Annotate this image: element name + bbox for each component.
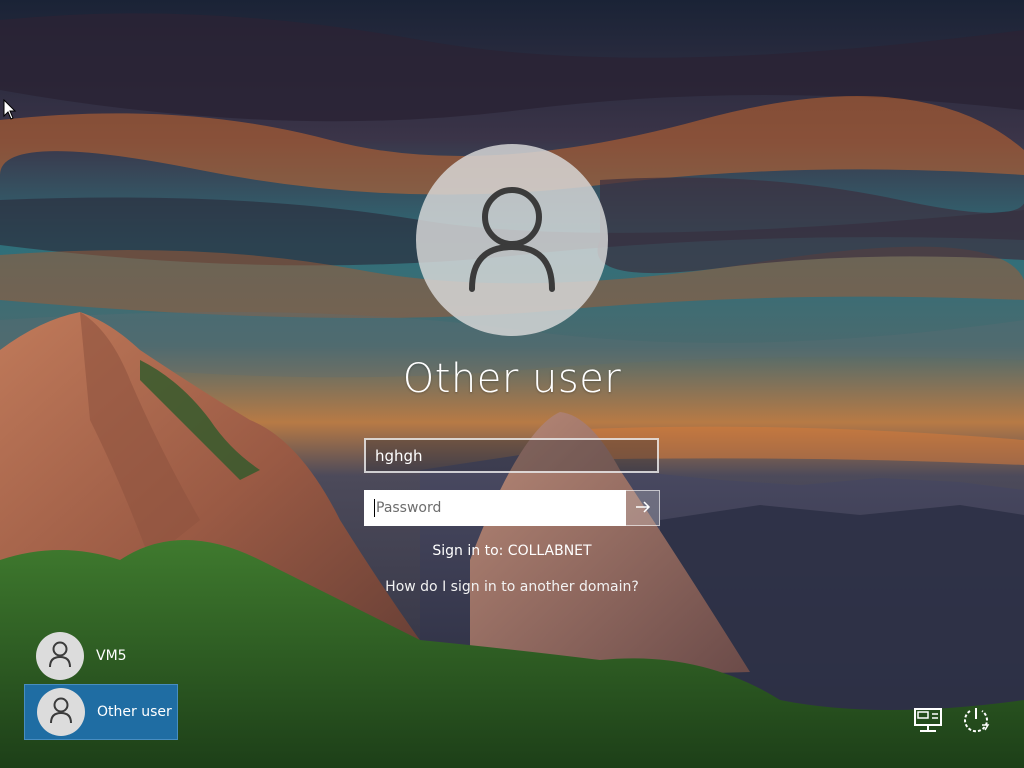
password-field[interactable]: Password <box>364 490 626 526</box>
other-domain-link[interactable]: How do I sign in to another domain? <box>312 579 712 595</box>
text-caret <box>374 499 375 517</box>
tile-avatar <box>37 688 85 736</box>
user-avatar <box>416 144 608 336</box>
username-field[interactable]: hghgh <box>364 438 659 473</box>
network-button[interactable] <box>910 706 946 738</box>
user-silhouette-icon <box>49 696 73 728</box>
user-tile-vm5[interactable]: VM5 <box>24 628 178 684</box>
sign-in-domain-text: Sign in to: COLLABNET <box>432 543 592 559</box>
user-silhouette-icon <box>48 640 72 672</box>
password-placeholder: Password <box>376 500 442 516</box>
user-silhouette-icon <box>464 183 560 297</box>
arrow-right-icon <box>635 499 651 518</box>
power-button[interactable] <box>958 706 994 738</box>
submit-button[interactable] <box>626 490 660 526</box>
mouse-cursor-icon <box>3 98 17 125</box>
user-tile-label: Other user <box>97 704 172 720</box>
password-row: Password <box>364 490 660 526</box>
user-tile-other-user[interactable]: Other user <box>24 684 178 740</box>
tile-avatar <box>36 632 84 680</box>
user-title: Other user <box>402 356 622 402</box>
network-icon <box>912 706 944 738</box>
power-icon <box>960 705 992 739</box>
user-tile-label: VM5 <box>96 648 127 664</box>
